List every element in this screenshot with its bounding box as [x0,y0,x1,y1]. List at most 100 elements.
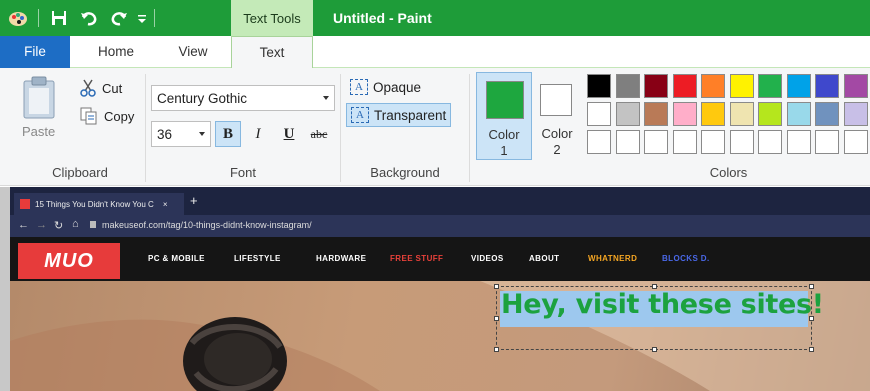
palette-swatch[interactable] [843,102,868,126]
palette-swatch[interactable] [815,74,839,98]
palette-swatch[interactable] [758,130,782,154]
resize-handle[interactable] [494,316,499,321]
palette-swatch[interactable] [587,74,611,98]
palette-swatch[interactable] [615,130,640,154]
customize-quick-access-icon[interactable] [137,0,147,36]
palette-swatch[interactable] [672,130,697,154]
transparent-icon: A [351,107,369,123]
site-nav-item: WHATNERD [588,254,638,263]
site-nav-item: FREE STUFF [390,254,444,263]
bold-button[interactable]: B [215,121,241,147]
color1-swatch [486,81,524,119]
paint-app-icon[interactable] [8,0,28,36]
palette-swatch[interactable] [815,102,839,126]
palette-swatch[interactable] [644,74,668,98]
palette-swatch[interactable] [644,130,668,154]
colors-group-label: Colors [709,165,748,180]
copy-icon [80,107,97,125]
browser-tab-strip: 15 Things You Didn't Know You C × + [10,187,870,215]
color1-button[interactable]: Color 1 [476,72,532,160]
palette-swatch[interactable] [587,102,611,126]
title-bar: Text Tools Untitled - Paint [0,0,870,36]
resize-handle[interactable] [809,347,814,352]
back-icon: ← [18,219,29,231]
color2-number: 2 [553,142,561,157]
browser-tab: 15 Things You Didn't Know You C × [14,193,184,215]
opaque-icon: A [350,79,368,95]
palette-swatch[interactable] [758,102,782,126]
palette-swatch[interactable] [786,102,811,126]
site-nav-item: VIDEOS [471,254,504,263]
strikethrough-button[interactable]: abc [304,121,334,147]
url-text: makeuseof.com/tag/10-things-didnt-know-i… [102,220,312,230]
cut-button[interactable]: Cut [80,78,122,98]
palette-swatch[interactable] [672,74,697,98]
site-nav-item: ABOUT [529,254,560,263]
transparent-label: Transparent [374,107,447,123]
window-title: Untitled - Paint [333,10,432,26]
transparent-option[interactable]: A Transparent [346,103,452,127]
reload-icon: ↻ [54,220,64,232]
opaque-option[interactable]: A Opaque [346,75,425,99]
underline-button[interactable]: U [276,121,302,147]
browser-address-bar: ← → ↻ ⌂ makeuseof.com/tag/10-things-didn… [10,215,870,237]
tab-home[interactable]: Home [86,36,146,68]
site-nav-item: BLOCKS D. [662,254,710,263]
tab-file[interactable]: File [0,36,70,68]
resize-handle[interactable] [652,347,657,352]
color-palette [587,74,870,158]
redo-icon[interactable] [110,0,128,36]
resize-handle[interactable] [494,347,499,352]
tab-view[interactable]: View [165,36,221,68]
palette-swatch[interactable] [843,130,868,154]
cut-label: Cut [102,80,123,96]
drawing-canvas[interactable]: 15 Things You Didn't Know You C × + ← → … [0,187,870,391]
palette-swatch[interactable] [615,74,640,98]
forward-icon: → [36,219,47,231]
palette-swatch[interactable] [729,102,754,126]
palette-swatch[interactable] [672,102,697,126]
palette-swatch[interactable] [701,74,725,98]
tab-text[interactable]: Text [231,36,313,69]
palette-swatch[interactable] [758,74,782,98]
text-box[interactable]: Hey, visit these sites! [494,284,824,352]
palette-swatch[interactable] [786,74,811,98]
color2-label: Color [541,126,573,141]
palette-swatch[interactable] [729,74,754,98]
text-tools-context-label: Text Tools [231,0,313,36]
copy-label: Copy [104,108,135,124]
close-icon: × [162,199,168,209]
italic-button[interactable]: I [245,121,271,147]
font-size-value: 36 [157,126,173,142]
palette-swatch[interactable] [615,102,640,126]
font-group-label: Font [229,165,256,180]
palette-swatch[interactable] [701,102,725,126]
font-family-value: Century Gothic [157,90,248,106]
background-group-label: Background [370,165,440,180]
ribbon-tabs: File Home View Text [0,36,870,69]
font-family-dropdown[interactable]: Century Gothic [151,85,335,111]
palette-swatch[interactable] [701,130,725,154]
palette-swatch[interactable] [786,130,811,154]
palette-swatch[interactable] [644,102,668,126]
font-size-dropdown[interactable]: 36 [151,121,211,147]
resize-handle[interactable] [809,284,814,289]
save-icon[interactable] [51,0,67,36]
site-logo: MUO [18,243,120,279]
palette-swatch[interactable] [587,130,611,154]
lock-icon [90,221,96,228]
paste-button[interactable] [22,76,56,119]
palette-swatch[interactable] [815,130,839,154]
overlay-text[interactable]: Hey, visit these sites! [501,289,824,320]
undo-icon[interactable] [80,0,98,36]
site-navigation: MUO PC & MOBILE LIFESTYLE HARDWARE FREE STU… [10,237,870,281]
resize-handle[interactable] [494,284,499,289]
chevron-down-icon [323,96,329,100]
palette-swatch[interactable] [843,74,868,98]
resize-handle[interactable] [809,316,814,321]
copy-button[interactable]: Copy [80,106,134,126]
resize-handle[interactable] [652,284,657,289]
color2-button[interactable]: Color 2 [534,72,580,160]
palette-swatch[interactable] [729,130,754,154]
home-icon: ⌂ [72,218,79,230]
